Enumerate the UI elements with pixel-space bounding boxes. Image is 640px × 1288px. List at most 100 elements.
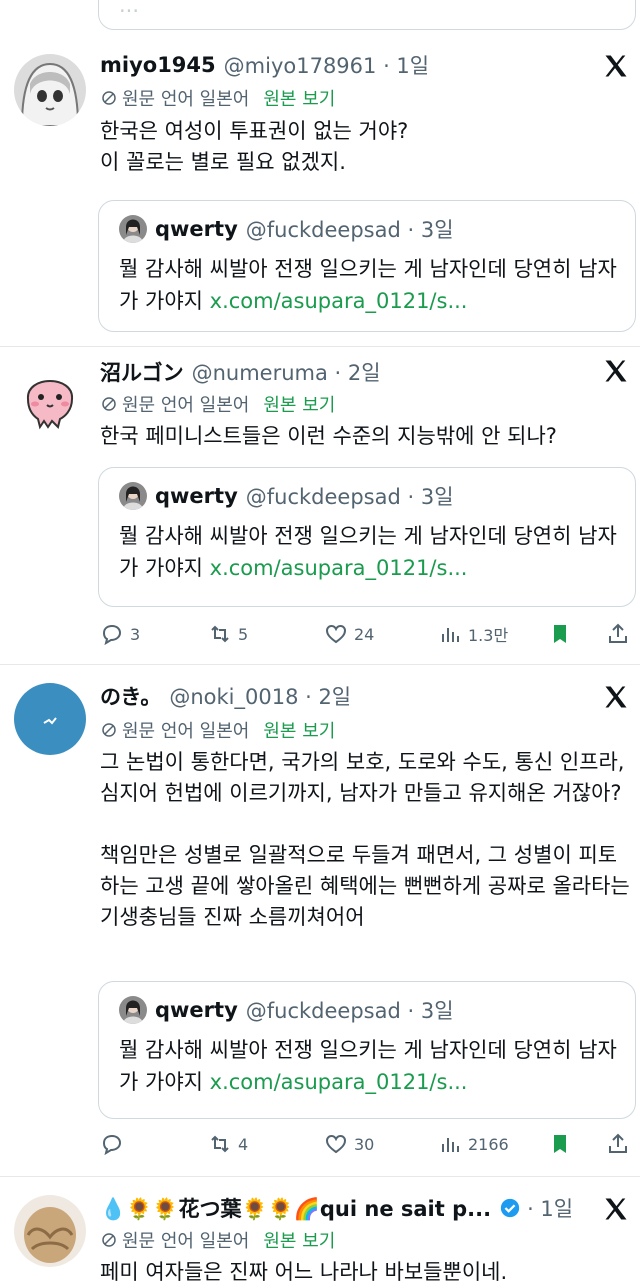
- quote-card[interactable]: qwerty @fuckdeepsad · 3일 뭘 감사해 씨발아 전쟁 일으…: [98, 467, 636, 607]
- quote-display-name: qwerty: [155, 998, 238, 1022]
- quote-link[interactable]: x.com/asupara_0121/s...: [210, 1070, 468, 1094]
- share-icon: [609, 623, 627, 643]
- view-count: 1.3만: [468, 626, 509, 645]
- bookmark-icon: [554, 625, 566, 643]
- quote-text-fragment: ...: [119, 0, 140, 17]
- share-icon: [609, 1133, 627, 1153]
- post-4[interactable]: 💧🌻🌻花つ葉🌻🌻🌈qui ne sait p... · 1일 원문 언어 일본어…: [0, 1177, 640, 1284]
- quote-text-container: 뭘 감사해 씨발아 전쟁 일으키는 게 남자인데 당연히 남자가 가야지 x.c…: [119, 520, 619, 584]
- share-button[interactable]: [606, 619, 636, 649]
- display-name[interactable]: 💧🌻🌻花つ葉🌻🌻🌈qui ne sait p...: [100, 1193, 491, 1223]
- handle-and-time[interactable]: @miyo178961 · 1일: [224, 50, 429, 80]
- translation-bar: 원문 언어 일본어 원본 보기: [100, 1227, 335, 1253]
- repost-count: 4: [238, 1134, 249, 1154]
- avatar[interactable]: [14, 54, 86, 126]
- repost-button[interactable]: 4: [208, 1129, 248, 1159]
- show-original-link[interactable]: 원본 보기: [263, 717, 335, 743]
- x-logo-icon[interactable]: [602, 357, 630, 385]
- translation-label: 원문 언어 일본어: [122, 89, 250, 110]
- translation-bar: 원문 언어 일본어 원본 보기: [100, 85, 335, 111]
- quote-card[interactable]: qwerty @fuckdeepsad · 3일 뭘 감사해 씨발아 전쟁 일으…: [98, 981, 636, 1119]
- quote-handle-and-time: @fuckdeepsad · 3일: [245, 999, 454, 1023]
- translate-icon: [102, 1233, 116, 1247]
- handle-and-time[interactable]: @numeruma · 2일: [192, 357, 381, 387]
- views-button[interactable]: 2166: [438, 1129, 509, 1159]
- translation-label: 원문 언어 일본어: [122, 721, 250, 742]
- heart-icon: [325, 624, 347, 644]
- avatar[interactable]: [14, 683, 86, 755]
- views-button[interactable]: 1.3만: [438, 619, 508, 649]
- translation-label: 원문 언어 일본어: [122, 395, 250, 416]
- show-original-link[interactable]: 원본 보기: [263, 1227, 335, 1253]
- woman-photo-avatar-icon: [119, 215, 147, 243]
- anime-girl-avatar-icon: [14, 54, 86, 126]
- post-2[interactable]: 沼ルゴン @numeruma · 2일 원문 언어 일본어 원본 보기 한국 페…: [0, 347, 640, 665]
- show-original-link[interactable]: 원본 보기: [263, 85, 335, 111]
- quote-card-partial[interactable]: ...: [98, 0, 636, 30]
- handle-and-time[interactable]: @noki_0018 · 2일: [169, 681, 351, 711]
- action-bar: 3 5 24 1.3만: [100, 619, 630, 649]
- braided-hair-avatar-icon: [14, 1195, 86, 1267]
- views-chart-icon: [442, 628, 459, 642]
- blue-sky-bird-avatar-icon: [14, 683, 86, 755]
- quote-handle-and-time: @fuckdeepsad · 3일: [245, 485, 454, 509]
- share-button[interactable]: [606, 1129, 636, 1159]
- quote-link[interactable]: x.com/asupara_0121/s...: [210, 556, 468, 580]
- views-chart-icon: [442, 1138, 459, 1152]
- quote-handle-and-time: @fuckdeepsad · 3일: [245, 218, 454, 242]
- like-button[interactable]: 24: [324, 619, 374, 649]
- post-header: 沼ルゴン @numeruma · 2일: [100, 355, 381, 389]
- quote-display-name: qwerty: [155, 217, 238, 241]
- translation-bar: 원문 언어 일본어 원본 보기: [100, 391, 335, 417]
- post-text: 한국 페미니스트들은 이런 수준의 지능밖에 안 되나?: [100, 424, 557, 448]
- verified-badge-icon: [500, 1198, 520, 1218]
- show-original-link[interactable]: 원본 보기: [263, 391, 335, 417]
- reply-button[interactable]: [100, 1129, 130, 1159]
- quote-text-container: 뭘 감사해 씨발아 전쟁 일으키는 게 남자인데 당연히 남자가 가야지 x.c…: [119, 1034, 619, 1098]
- display-name[interactable]: のき。: [100, 681, 161, 711]
- repost-button[interactable]: 5: [208, 619, 248, 649]
- handle-and-time[interactable]: · 1일: [527, 1193, 573, 1223]
- x-logo-icon[interactable]: [602, 683, 630, 711]
- translation-label: 원문 언어 일본어: [122, 1231, 250, 1252]
- avatar[interactable]: [14, 359, 86, 431]
- view-count: 2166: [468, 1134, 509, 1154]
- translate-icon: [102, 397, 116, 411]
- quote-text-container: 뭘 감사해 씨발아 전쟁 일으키는 게 남자인데 당연히 남자가 가야지 x.c…: [119, 253, 619, 317]
- quote-avatar: [119, 215, 147, 243]
- reply-button[interactable]: 3: [100, 619, 140, 649]
- bookmark-icon: [554, 1135, 566, 1153]
- translate-icon: [102, 723, 116, 737]
- display-name[interactable]: miyo1945: [100, 53, 216, 77]
- post-header: miyo1945 @miyo178961 · 1일: [100, 48, 429, 82]
- avatar[interactable]: [14, 1195, 86, 1267]
- bookmark-button[interactable]: [548, 619, 578, 649]
- like-count: 24: [354, 624, 375, 644]
- post-text: 그 논법이 통한다면, 국가의 보호, 도로와 수도, 통신 인프라, 심지어 …: [100, 750, 630, 929]
- translation-bar: 원문 언어 일본어 원본 보기: [100, 717, 335, 743]
- quote-avatar: [119, 996, 147, 1024]
- post-header: のき。 @noki_0018 · 2일: [100, 679, 351, 713]
- woman-photo-avatar-icon: [119, 482, 147, 510]
- repost-count: 5: [238, 624, 249, 644]
- x-logo-icon[interactable]: [602, 1195, 630, 1223]
- post-text: 한국은 여성이 투표권이 없는 거야? 이 꼴로는 별로 필요 없겠지.: [100, 119, 409, 174]
- post-1[interactable]: miyo1945 @miyo178961 · 1일 원문 언어 일본어 원본 보…: [0, 40, 640, 350]
- heart-icon: [325, 1134, 347, 1154]
- bookmark-button[interactable]: [548, 1129, 578, 1159]
- quote-link[interactable]: x.com/asupara_0121/s...: [210, 289, 468, 313]
- display-name[interactable]: 沼ルゴン: [100, 357, 184, 387]
- reply-count: 3: [130, 624, 141, 644]
- pink-blob-character-avatar-icon: [14, 359, 86, 431]
- quote-avatar: [119, 482, 147, 510]
- like-button[interactable]: 30: [324, 1129, 374, 1159]
- quote-card[interactable]: qwerty @fuckdeepsad · 3일 뭘 감사해 씨발아 전쟁 일으…: [98, 200, 636, 332]
- x-logo-icon[interactable]: [602, 52, 630, 80]
- translate-icon: [102, 91, 116, 105]
- action-bar: 4 30 2166: [100, 1129, 630, 1159]
- repost-icon: [211, 625, 229, 643]
- reply-icon: [102, 624, 122, 646]
- post-3[interactable]: のき。 @noki_0018 · 2일 원문 언어 일본어 원본 보기 그 논법…: [0, 665, 640, 1177]
- like-count: 30: [354, 1134, 375, 1154]
- repost-icon: [211, 1135, 229, 1153]
